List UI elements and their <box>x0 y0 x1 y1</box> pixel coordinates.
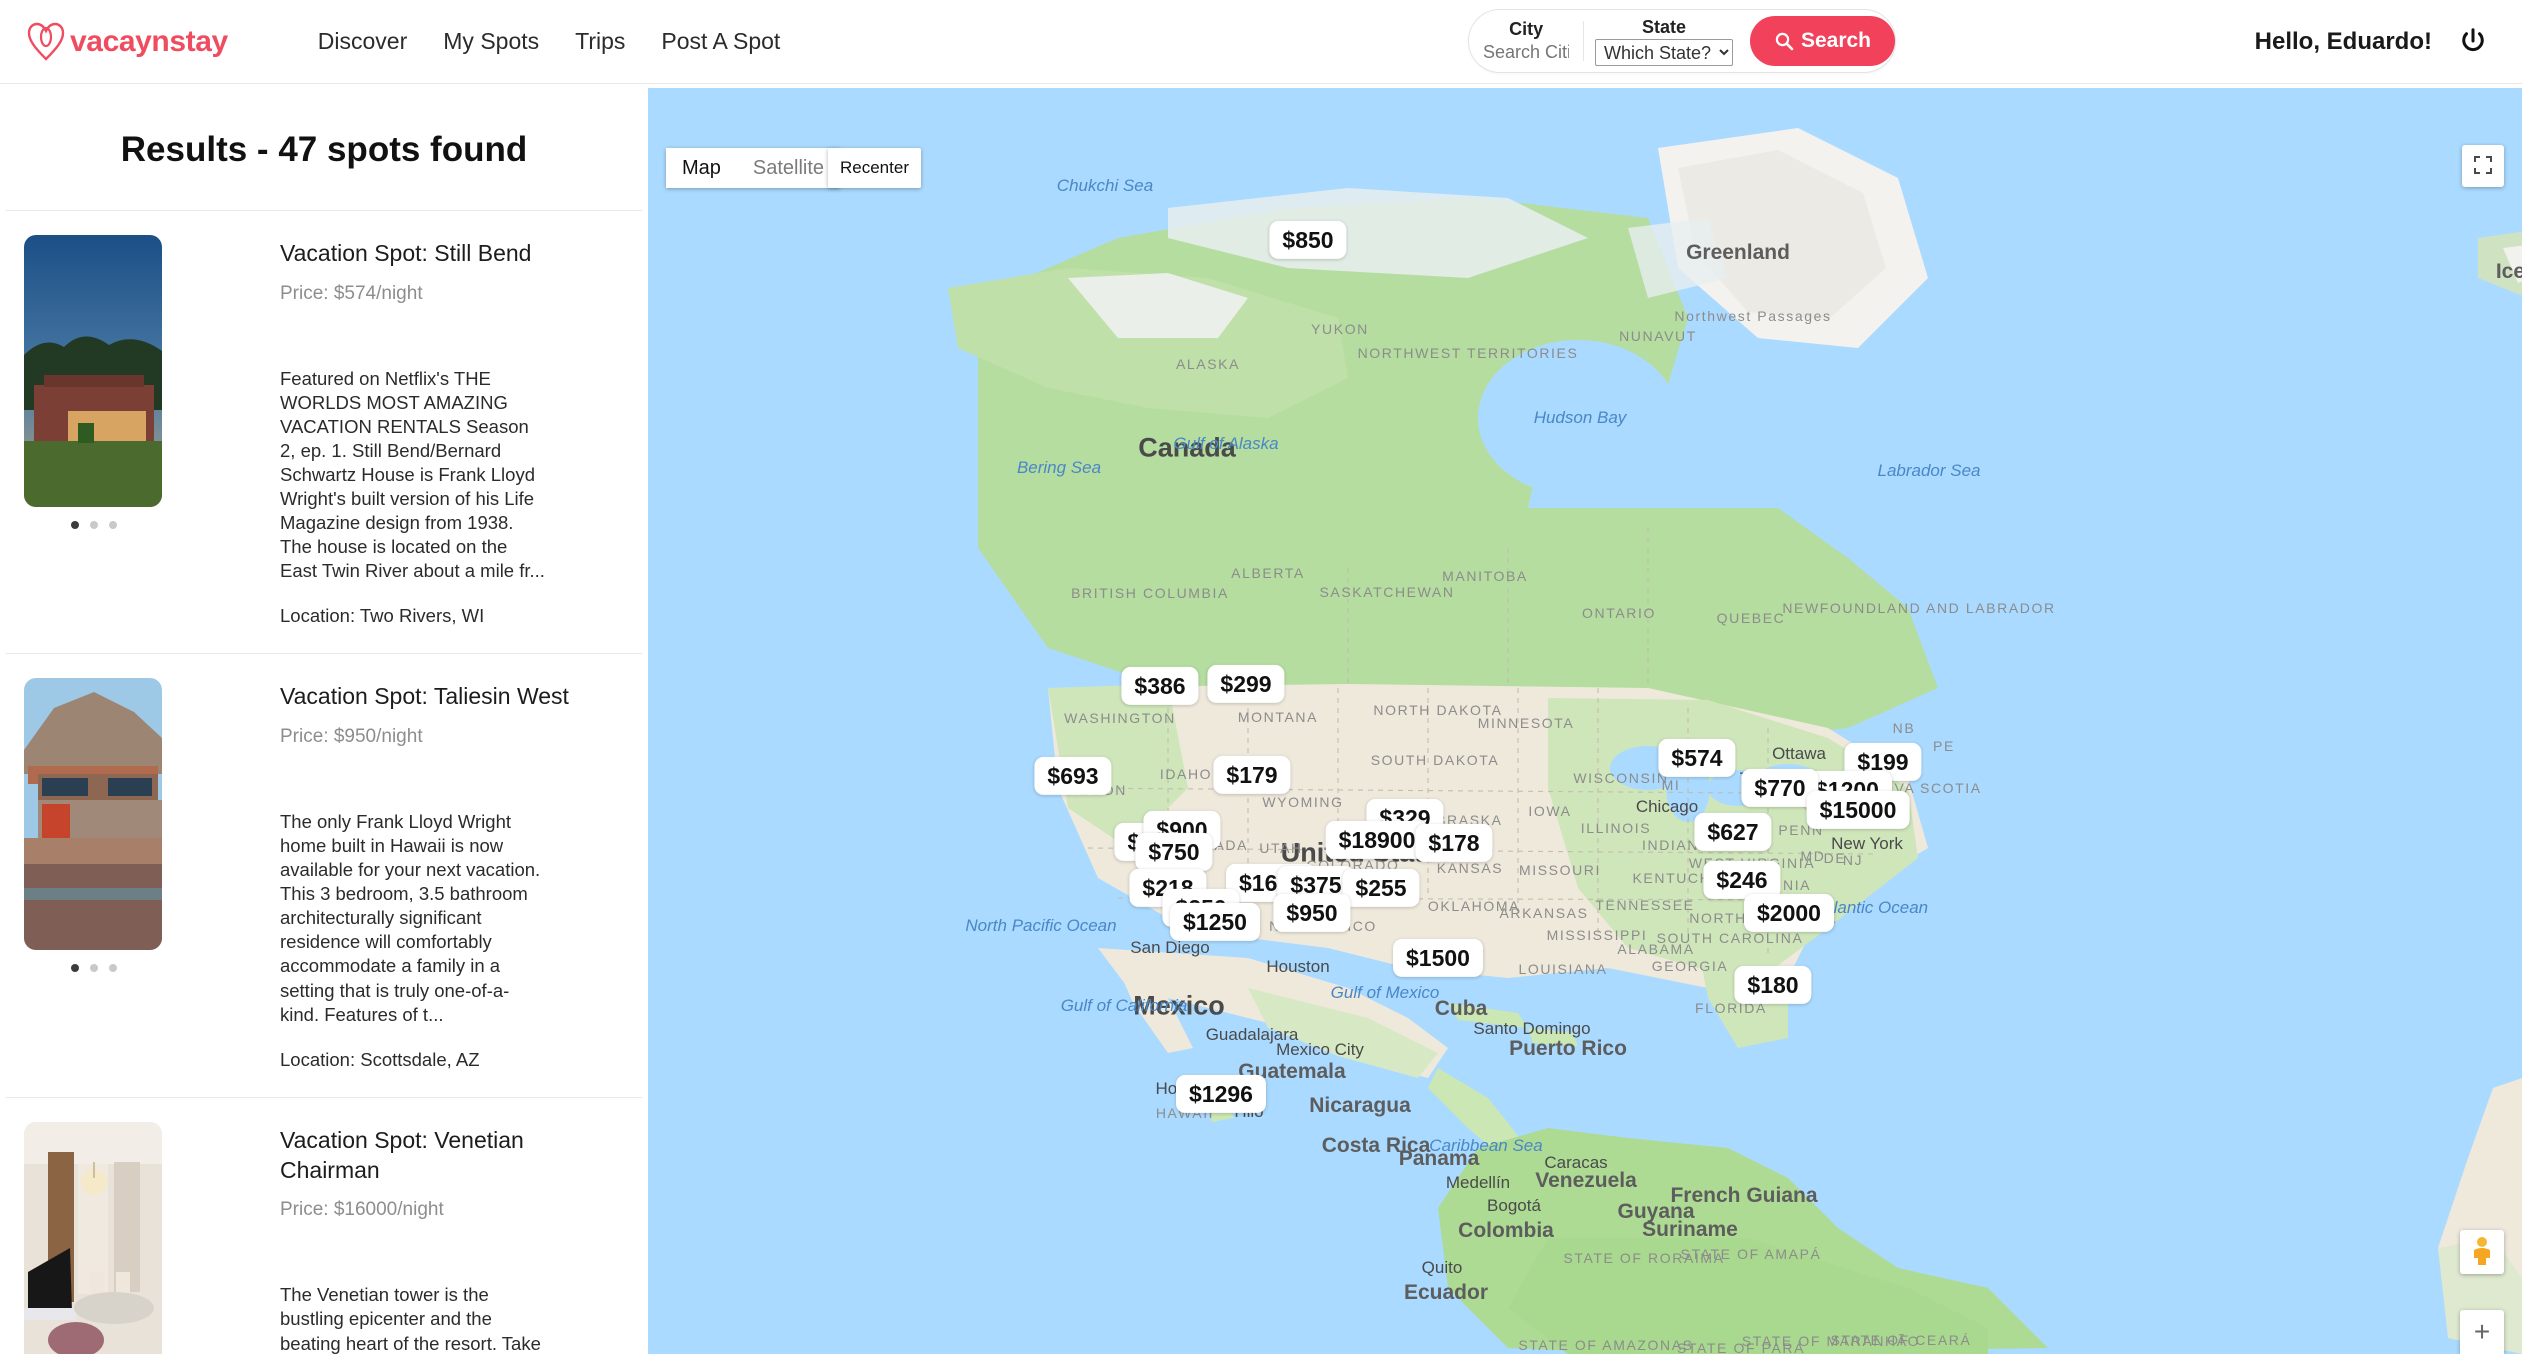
zoom-in-button[interactable]: + <box>2460 1310 2504 1354</box>
fullscreen-button[interactable] <box>2462 145 2504 187</box>
recenter-button[interactable]: Recenter <box>828 148 921 188</box>
brand-name: vacaynstay <box>70 24 228 58</box>
map-price-marker[interactable]: $1250 <box>1170 902 1260 942</box>
logout-button[interactable] <box>2458 26 2488 59</box>
listing-description: The Venetian tower is the bustling epice… <box>280 1284 541 1354</box>
map-price-marker[interactable]: $18900 <box>1325 820 1429 860</box>
map-type-satellite[interactable]: Satellite <box>736 148 841 188</box>
map-price-marker[interactable]: $15000 <box>1806 790 1910 830</box>
listing-thumbnail-column <box>22 1121 180 1354</box>
carousel-dot[interactable] <box>90 964 98 973</box>
page-title: Results - 47 spots found <box>120 130 528 169</box>
list-item[interactable]: Vacation Spot: Taliesin West Price: $950… <box>0 654 648 1096</box>
search-button-label: Search <box>1800 29 1871 52</box>
nav-trips[interactable]: Trips <box>575 28 625 55</box>
carousel-dot[interactable] <box>71 964 79 973</box>
user-area: Hello, Eduardo! <box>2255 0 2488 84</box>
listing-info: Vacation Spot: Taliesin West Price: $950… <box>188 678 626 1070</box>
power-icon <box>2458 26 2488 59</box>
listing-title: Vacation Spot: Taliesin West <box>280 683 569 710</box>
listing-location: Location: Scottsdale, AZ <box>280 1048 480 1070</box>
listing-title: Vacation Spot: Venetian Chairman <box>280 1126 524 1183</box>
map-price-marker[interactable]: $1500 <box>1393 938 1483 978</box>
listing-price: Price: $950/night <box>280 726 423 748</box>
map-price-marker[interactable]: $850 <box>1269 220 1347 260</box>
app-header: vacaynstay Discover My Spots Trips Post … <box>0 0 2522 84</box>
search-button[interactable]: Search <box>1749 16 1895 66</box>
map-price-marker[interactable]: $255 <box>1342 868 1420 908</box>
listing-image[interactable] <box>24 1121 162 1354</box>
carousel-dot[interactable] <box>71 521 79 529</box>
map-price-marker[interactable]: $950 <box>1273 893 1351 933</box>
carousel-dot[interactable] <box>90 521 98 529</box>
map-type-map[interactable]: Map <box>666 148 737 188</box>
listing-image[interactable] <box>24 235 162 507</box>
results-map[interactable]: Map Satellite Recenter + CanadaUnited St… <box>648 88 2522 1354</box>
map-price-marker[interactable]: $750 <box>1135 832 1213 872</box>
listing-location: Location: Two Rivers, WI <box>280 605 485 627</box>
listing-title: Vacation Spot: Still Bend <box>280 240 532 266</box>
carousel-dot[interactable] <box>109 964 117 973</box>
map-price-marker[interactable]: $299 <box>1207 664 1285 704</box>
listing-thumbnail-column <box>22 235 180 627</box>
image-carousel-dots[interactable] <box>8 521 180 529</box>
map-type-control: Map Satellite <box>666 148 841 188</box>
city-label: City <box>1509 19 1544 40</box>
heart-logo-icon <box>26 21 66 63</box>
state-label: State <box>1641 17 1686 38</box>
map-price-marker[interactable]: $1296 <box>1176 1074 1266 1114</box>
listing-description: Featured on Netflix's THE WORLDS MOST AM… <box>280 367 545 582</box>
nav-post-a-spot[interactable]: Post A Spot <box>661 28 780 55</box>
results-sidebar: Results - 47 spots found Vacation Spot: … <box>0 84 648 1354</box>
map-price-marker[interactable]: $693 <box>1034 756 1112 796</box>
user-greeting: Hello, Eduardo! <box>2254 28 2432 55</box>
listing-info: Vacation Spot: Venetian Chairman Price: … <box>188 1122 626 1354</box>
map-price-marker[interactable]: $178 <box>1415 823 1493 863</box>
state-select[interactable]: Which State? <box>1594 38 1733 66</box>
listing-description: The only Frank Lloyd Wright home built i… <box>280 811 541 1025</box>
nav-discover[interactable]: Discover <box>318 28 407 55</box>
listing-image[interactable] <box>24 678 162 951</box>
listing-price: Price: $574/night <box>280 282 423 304</box>
city-search-field[interactable]: City <box>1469 18 1583 64</box>
map-price-marker[interactable]: $627 <box>1694 812 1772 852</box>
street-view-button[interactable] <box>2460 1230 2504 1274</box>
image-carousel-dots[interactable] <box>8 964 180 973</box>
state-search-field[interactable]: State Which State? <box>1584 16 1744 66</box>
map-price-marker[interactable]: $180 <box>1734 965 1812 1005</box>
listing-thumbnail-column <box>22 678 180 1070</box>
list-item[interactable]: Vacation Spot: Still Bend Price: $574/ni… <box>0 211 648 653</box>
map-price-marker[interactable]: $386 <box>1121 666 1199 706</box>
map-price-marker[interactable]: $574 <box>1658 738 1736 778</box>
listing-price: Price: $16000/night <box>280 1199 444 1221</box>
search-bar: City State Which State? Search <box>1468 9 1896 73</box>
magnifier-icon <box>1774 31 1794 51</box>
street-view-pegman-icon <box>2469 1236 2495 1269</box>
map-base-layer <box>648 88 2522 1354</box>
list-item[interactable]: Vacation Spot: Venetian Chairman Price: … <box>0 1098 648 1354</box>
brand-logo-link[interactable]: vacaynstay <box>26 21 228 63</box>
carousel-dot[interactable] <box>109 521 117 529</box>
map-price-marker[interactable]: $2000 <box>1744 893 1834 933</box>
map-price-marker[interactable]: $179 <box>1213 755 1291 795</box>
nav-my-spots[interactable]: My Spots <box>443 28 539 55</box>
listing-info: Vacation Spot: Still Bend Price: $574/ni… <box>188 235 626 627</box>
search-cities-input[interactable] <box>1483 40 1570 64</box>
fullscreen-icon <box>2473 155 2493 178</box>
main-nav: Discover My Spots Trips Post A Spot <box>318 28 781 55</box>
